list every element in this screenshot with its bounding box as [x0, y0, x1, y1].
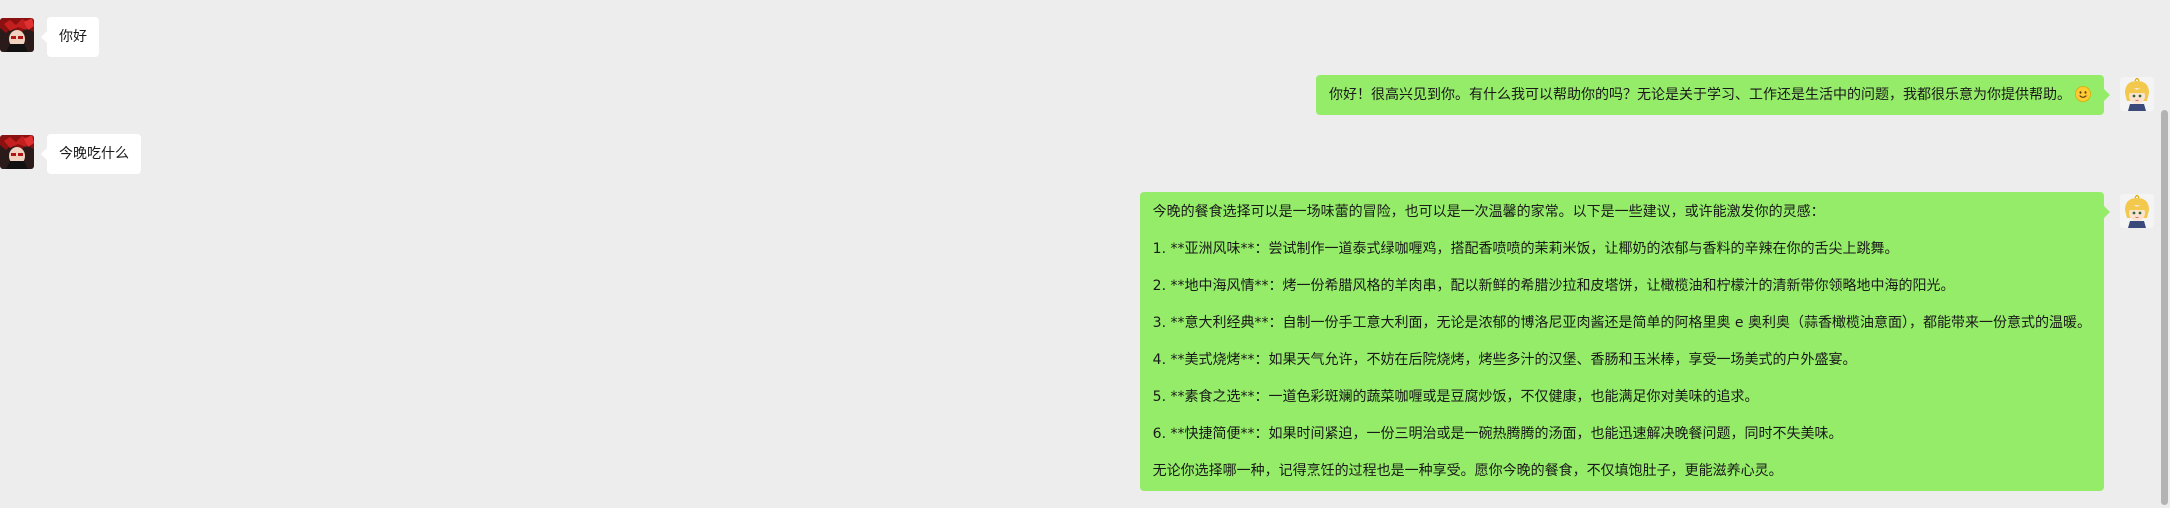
user-avatar-image: [0, 135, 34, 169]
message-text: 你好！很高兴见到你。有什么我可以帮助你的吗？无论是关于学习、工作还是生活中的问题…: [1329, 87, 2071, 103]
assistant-avatar[interactable]: [2120, 77, 2154, 111]
message-paragraph: 6. **快捷简便**：如果时间紧迫，一份三明治或是一碗热腾腾的汤面，也能迅速解…: [1152, 426, 1843, 442]
assistant-avatar-image: [2120, 194, 2154, 228]
message-bubble-outgoing[interactable]: 今晚的餐食选择可以是一场味蕾的冒险，也可以是一次温馨的家常。以下是一些建议，或许…: [1139, 192, 2111, 491]
scrollbar-thumb[interactable]: [2161, 110, 2168, 505]
smiling-face-emoji-icon: [2075, 86, 2091, 102]
message-paragraph: 3. **意大利经典**：自制一份手工意大利面，无论是浓郁的博洛尼亚肉酱还是简单…: [1152, 315, 2091, 331]
message-paragraph: 今晚的餐食选择可以是一场味蕾的冒险，也可以是一次温馨的家常。以下是一些建议，或许…: [1152, 204, 1825, 220]
user-avatar-image: [0, 18, 34, 52]
message-bubble-incoming[interactable]: 今晚吃什么: [41, 134, 141, 174]
message-paragraph: 2. **地中海风情**：烤一份希腊风格的羊肉串，配以新鲜的希腊沙拉和皮塔饼，让…: [1152, 278, 1955, 294]
message-paragraph: 4. **美式烧烤**：如果天气允许，不妨在后院烧烤，烤些多汁的汉堡、香肠和玉米…: [1152, 352, 1857, 368]
assistant-avatar-image: [2120, 77, 2154, 111]
message-paragraph: 无论你选择哪一种，记得烹饪的过程也是一种享受。愿你今晚的餐食，不仅填饱肚子，更能…: [1152, 463, 1783, 479]
message-paragraph: 5. **素食之选**：一道色彩斑斓的蔬菜咖喱或是豆腐炒饭，不仅健康，也能满足你…: [1152, 389, 1759, 405]
assistant-avatar[interactable]: [2120, 194, 2154, 228]
chat-window: 你好 你好！很高兴见到你。有什么我可以帮助你的吗？无论是关于学习、工作还是生活中…: [0, 0, 2170, 508]
message-paragraph: 1. **亚洲风味**：尝试制作一道泰式绿咖喱鸡，搭配香喷喷的茉莉米饭，让椰奶的…: [1152, 241, 1899, 257]
message-text: 今晚吃什么: [59, 146, 129, 162]
scrollbar-track[interactable]: [2158, 0, 2170, 508]
user-avatar[interactable]: [0, 18, 34, 52]
message-bubble-incoming[interactable]: 你好: [41, 17, 99, 57]
message-text: 你好: [59, 29, 87, 45]
message-bubble-outgoing[interactable]: 你好！很高兴见到你。有什么我可以帮助你的吗？无论是关于学习、工作还是生活中的问题…: [1316, 75, 2110, 115]
user-avatar[interactable]: [0, 135, 34, 169]
